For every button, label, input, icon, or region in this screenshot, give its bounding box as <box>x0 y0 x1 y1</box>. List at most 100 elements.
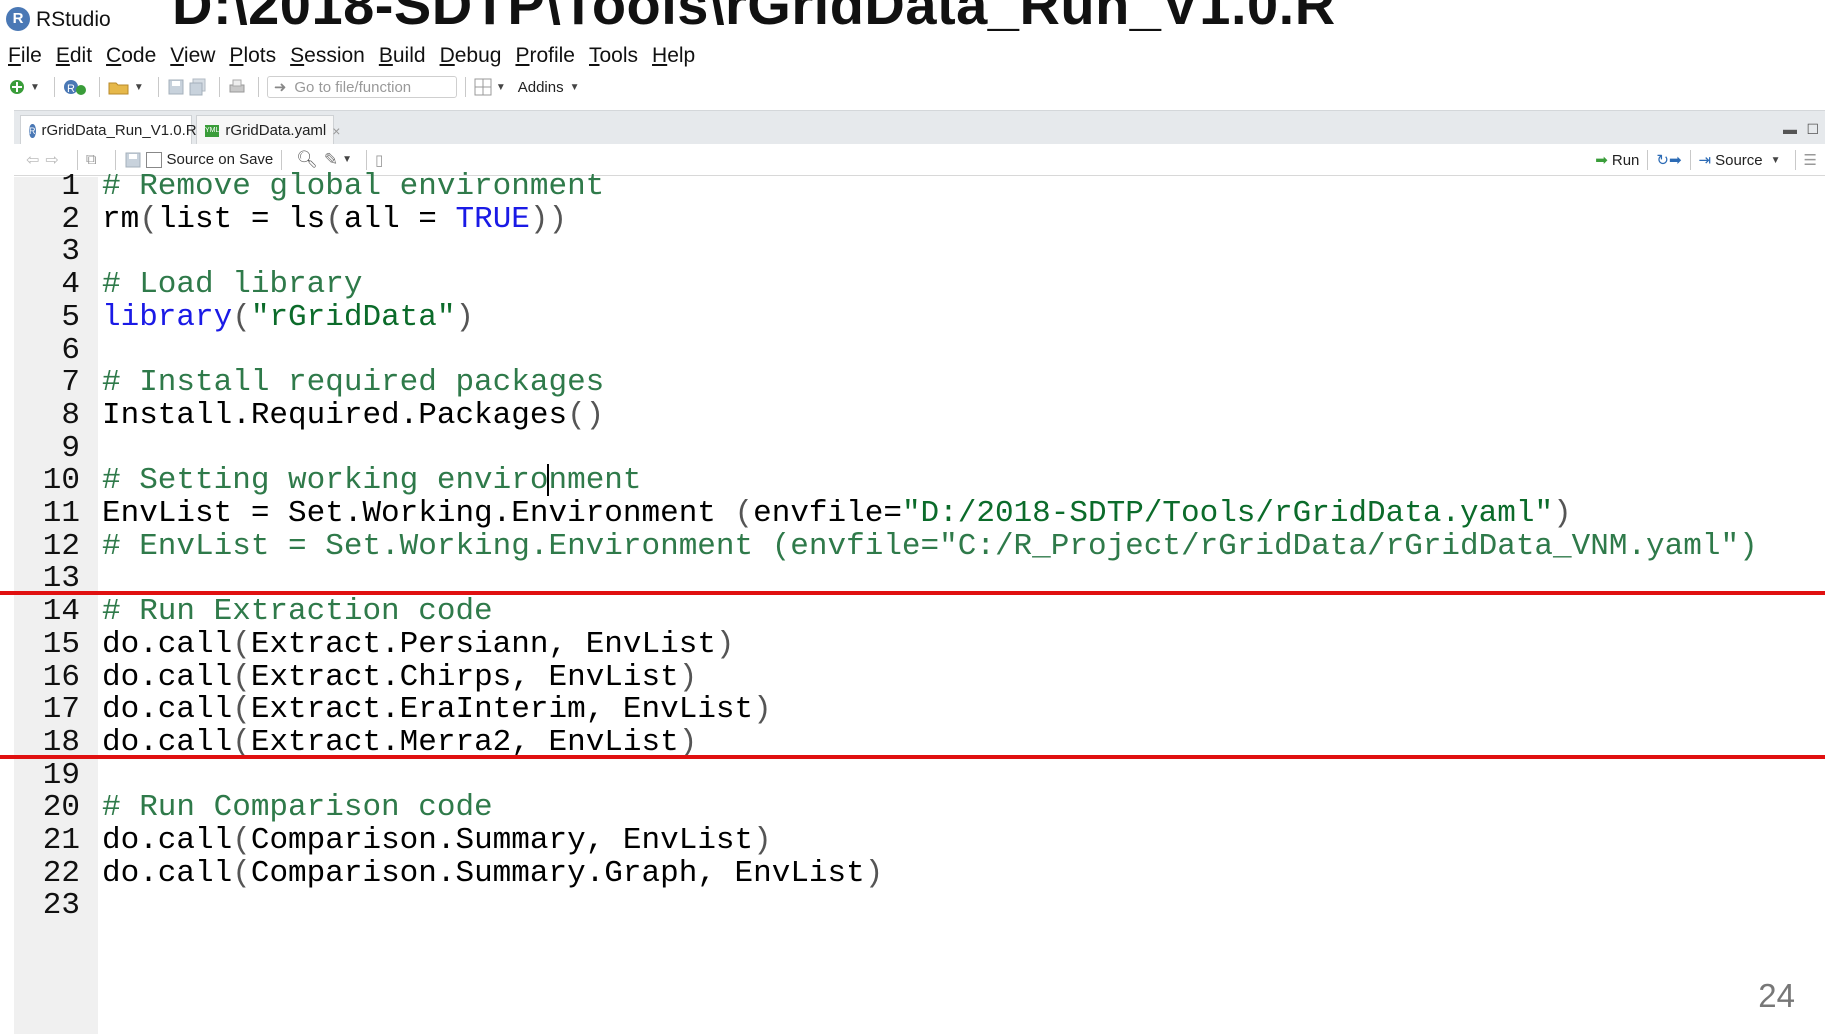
forward-arrow-icon[interactable]: ⇨ <box>45 150 58 170</box>
code-token: ( <box>325 201 344 237</box>
menu-item-accelerator: E <box>55 44 70 67</box>
code-token: # Run Extraction code <box>102 594 493 630</box>
chevron-down-icon[interactable]: ▼ <box>30 82 40 93</box>
menu-bar: File Edit Code View Plots Session Build Debug Pr… <box>0 41 709 71</box>
tab-rgriddata-run[interactable]: R rGridData_Run_V1.0.R × <box>20 115 211 145</box>
code-token: ) <box>1553 496 1572 531</box>
tab-label: rGridData_Run_V1.0.R <box>41 122 197 139</box>
code-token: ( <box>232 626 251 662</box>
open-file-icon[interactable] <box>108 78 130 96</box>
red-highlight-line <box>0 591 1825 596</box>
menu-item-label: ools <box>599 44 639 67</box>
code-token: ( <box>232 299 251 335</box>
addins-menu[interactable]: Addins <box>518 79 564 96</box>
source-on-save-label: Source on Save <box>166 151 274 168</box>
menu-item-accelerator: H <box>652 44 668 67</box>
menu-item[interactable]: Help <box>652 44 695 68</box>
menu-item-accelerator: S <box>290 44 305 67</box>
app-name: RStudio <box>36 8 111 31</box>
menu-item[interactable]: Edit <box>56 44 92 68</box>
toolbar-divider <box>53 77 55 97</box>
menu-item-accelerator: T <box>589 44 600 67</box>
code-token: ( <box>232 855 251 891</box>
menu-item[interactable]: Plots <box>229 44 276 68</box>
code-token: Extract.Chirps, EnvList <box>250 659 679 695</box>
chevron-down-icon[interactable]: ▼ <box>134 82 144 93</box>
outline-icon[interactable]: ☰ <box>1804 151 1817 169</box>
save-all-icon[interactable] <box>189 78 207 96</box>
code-token: list = ls <box>157 201 326 237</box>
code-token: EnvList = Set.Working.Environment <box>102 496 735 531</box>
toolbar-divider <box>366 149 368 170</box>
menu-item-label: dit <box>69 44 93 67</box>
code-token: ( <box>734 496 754 531</box>
slide-page-number: 24 <box>1758 977 1795 1014</box>
toolbar-divider <box>1647 150 1649 170</box>
run-icon: ➡ <box>1595 152 1608 169</box>
title-bar: R RStudio D:\2018-SDTP\Tools\rGridData_R… <box>0 0 1825 40</box>
line-number: 23 <box>42 888 80 924</box>
code-line[interactable]: 23 <box>0 887 1825 925</box>
editor-tab-strip: R rGridData_Run_V1.0.R × YML rGridData.y… <box>14 110 1825 145</box>
tab-rgriddata-yaml[interactable]: YML rGridData.yaml × <box>196 115 340 145</box>
new-file-icon[interactable] <box>8 78 26 96</box>
code-token: do.call <box>102 692 233 728</box>
new-project-icon[interactable]: R <box>63 78 87 96</box>
menu-item[interactable]: Debug <box>440 44 502 68</box>
source-icon: ⇥ <box>1698 152 1712 169</box>
toolbar-divider <box>1794 150 1796 170</box>
chevron-down-icon[interactable]: ▼ <box>570 82 580 93</box>
menu-item[interactable]: Code <box>106 44 156 68</box>
toolbar-divider <box>114 149 116 170</box>
code-token: ( <box>232 692 251 728</box>
code-token: do.call <box>102 626 233 662</box>
chevron-down-icon[interactable]: ▼ <box>342 154 352 165</box>
menu-item-accelerator: B <box>378 44 393 67</box>
save-icon[interactable] <box>124 151 142 169</box>
save-icon[interactable] <box>167 78 185 96</box>
pane-layout-icon[interactable] <box>474 78 492 96</box>
chevron-down-icon[interactable]: ▼ <box>496 82 506 93</box>
code-token: envfile= <box>753 496 902 531</box>
toolbar-divider <box>218 77 220 97</box>
compile-report-icon[interactable]: ▯ <box>375 151 383 169</box>
rerun-icon[interactable]: ↻➡ <box>1656 151 1681 169</box>
minimize-pane-icon[interactable]: ▬ <box>1783 121 1797 137</box>
menu-item-accelerator: V <box>170 44 184 67</box>
code-token: library <box>102 299 233 335</box>
source-button[interactable]: Source <box>1715 152 1763 169</box>
code-token: # Run Comparison code <box>102 790 493 826</box>
code-token: ( <box>232 823 251 858</box>
code-token: Comparison.Summary, EnvList <box>250 823 754 858</box>
code-token: ) <box>715 626 735 662</box>
menu-item-label: uild <box>392 44 426 67</box>
menu-item-accelerator: D <box>439 44 455 67</box>
goto-file-input[interactable]: ➜ Go to file/function <box>266 76 457 98</box>
code-token: ) <box>864 855 884 891</box>
print-icon[interactable] <box>228 78 246 96</box>
maximize-pane-icon[interactable]: ☐ <box>1806 121 1819 138</box>
magic-wand-icon[interactable]: ✎ <box>324 150 338 170</box>
run-button[interactable]: Run <box>1612 152 1640 169</box>
code-token: Install.Required.Packages <box>102 397 568 433</box>
arrow-right-icon: ➜ <box>273 79 287 96</box>
close-icon[interactable]: × <box>332 123 340 139</box>
show-in-window-icon[interactable]: ⧉ <box>86 151 97 168</box>
menu-item[interactable]: Profile <box>515 44 575 68</box>
file-title: D:\2018-SDTP\Tools\rGridData_Run_V1.0.R <box>172 0 1336 36</box>
menu-item[interactable]: Session <box>290 44 365 68</box>
menu-item[interactable]: File <box>8 44 42 68</box>
source-on-save-checkbox[interactable] <box>145 151 162 168</box>
code-token: ) <box>753 692 772 728</box>
code-token: Comparison.Summary.Graph, EnvList <box>250 855 865 891</box>
menu-item[interactable]: Build <box>379 44 426 68</box>
menu-item-label: ession <box>304 44 365 67</box>
menu-item[interactable]: Tools <box>589 44 638 68</box>
code-token: # Remove global environment <box>102 169 605 204</box>
chevron-down-icon[interactable]: ▼ <box>1771 155 1781 166</box>
back-arrow-icon[interactable]: ⇦ <box>26 150 39 170</box>
toolbar-divider <box>257 77 259 97</box>
toolbar-divider <box>76 149 78 170</box>
menu-item[interactable]: View <box>170 44 215 68</box>
search-icon[interactable]: 🔍︎ <box>296 150 318 170</box>
